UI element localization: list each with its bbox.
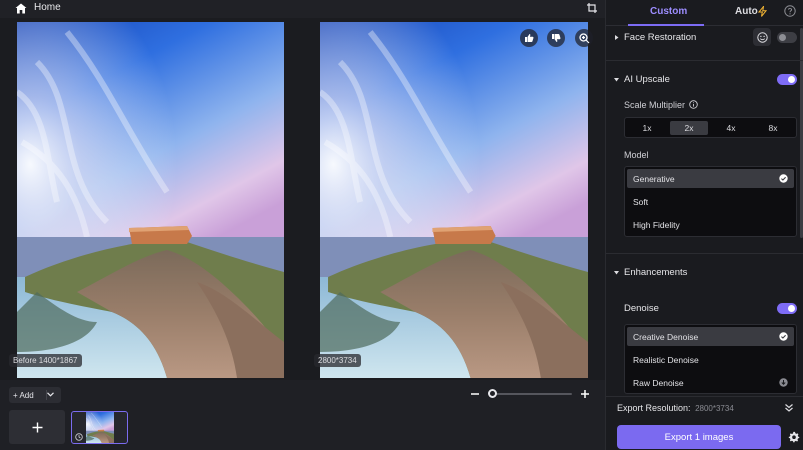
zoom-slider-track[interactable] xyxy=(496,393,572,395)
export-resolution: Export Resolution: 2800*3734 xyxy=(617,403,734,413)
crop-icon[interactable] xyxy=(587,3,597,13)
bottom-toolbar: + Add xyxy=(0,380,605,450)
model-option-label: High Fidelity xyxy=(633,219,680,230)
image-thumbnail[interactable] xyxy=(71,411,128,444)
denoise-list: Creative Denoise Realistic Denoise Raw D… xyxy=(624,324,797,394)
zoom-in-button[interactable] xyxy=(575,29,593,47)
caret-down-icon xyxy=(614,78,619,82)
thumbs-down-button[interactable] xyxy=(547,29,565,47)
thumbs-up-button[interactable] xyxy=(520,29,538,47)
model-option-generative[interactable]: Generative xyxy=(627,169,794,188)
scale-option-4x[interactable]: 4x xyxy=(712,121,750,135)
ai-upscale-toggle[interactable] xyxy=(777,74,797,85)
enhancements-label: Enhancements xyxy=(624,267,688,278)
face-restoration-section[interactable]: Face Restoration xyxy=(606,32,803,46)
divider xyxy=(606,253,803,254)
lightning-icon xyxy=(758,6,767,17)
before-image xyxy=(17,22,284,378)
denoise-option-raw[interactable]: Raw Denoise xyxy=(627,373,794,392)
scale-option-2x[interactable]: 2x xyxy=(670,121,708,135)
add-button-label: + Add xyxy=(13,390,34,400)
compare-canvas: Before 1400*1867 2800*3734 xyxy=(0,18,605,380)
denoise-option-creative[interactable]: Creative Denoise xyxy=(627,327,794,346)
settings-panel: Custom Auto Face Restoration AI Upscale … xyxy=(605,0,803,450)
model-option-label: Generative xyxy=(633,173,675,184)
mode-tabs: Custom Auto xyxy=(606,0,803,26)
scale-option-1x[interactable]: 1x xyxy=(628,121,666,135)
download-icon[interactable] xyxy=(779,378,788,387)
divider xyxy=(606,60,803,61)
info-icon[interactable] xyxy=(689,100,698,109)
app-window: Home Before 1400*1867 2800*3734 + Add Cu… xyxy=(0,0,803,450)
top-bar: Home xyxy=(0,0,605,18)
denoise-option-label: Realistic Denoise xyxy=(633,354,699,365)
plus-icon xyxy=(32,422,42,432)
zoom-out-icon[interactable] xyxy=(470,389,480,399)
denoise-option-label: Raw Denoise xyxy=(633,377,684,388)
check-circle-icon xyxy=(779,174,788,183)
enhancements-section[interactable]: Enhancements xyxy=(606,267,803,281)
zoom-in-icon[interactable] xyxy=(580,389,590,399)
after-resolution-label: 2800*3734 xyxy=(314,354,361,367)
after-image xyxy=(320,22,588,378)
denoise-option-realistic[interactable]: Realistic Denoise xyxy=(627,350,794,369)
tab-custom[interactable]: Custom xyxy=(650,6,687,17)
face-settings-button[interactable] xyxy=(753,28,771,46)
scale-multiplier-label: Scale Multiplier xyxy=(624,100,686,110)
check-circle-icon xyxy=(779,332,788,341)
face-restoration-label: Face Restoration xyxy=(624,32,697,43)
thumbnail-image xyxy=(86,412,114,443)
scale-option-8x[interactable]: 8x xyxy=(754,121,792,135)
model-option-label: Soft xyxy=(633,196,649,207)
clock-icon xyxy=(75,433,83,441)
export-button[interactable]: Export 1 images xyxy=(617,425,781,449)
face-restoration-toggle[interactable] xyxy=(777,32,797,43)
ai-upscale-section[interactable]: AI Upscale xyxy=(606,74,803,88)
before-resolution-label: Before 1400*1867 xyxy=(9,354,82,367)
zoom-slider-handle[interactable] xyxy=(488,389,497,398)
export-resolution-value: 2800*3734 xyxy=(695,404,734,413)
active-tab-indicator xyxy=(628,24,704,26)
divider xyxy=(606,396,803,397)
chevron-down-icon[interactable] xyxy=(47,392,54,397)
denoise-toggle[interactable] xyxy=(777,303,797,314)
smiley-icon xyxy=(756,31,768,43)
model-option-high-fidelity[interactable]: High Fidelity xyxy=(627,215,794,234)
denoise-option-label: Creative Denoise xyxy=(633,331,699,342)
magnify-plus-icon xyxy=(578,32,589,43)
add-button[interactable]: + Add xyxy=(9,387,61,403)
home-icon[interactable] xyxy=(15,3,27,14)
add-image-tile[interactable] xyxy=(9,410,65,444)
export-resolution-label: Export Resolution: xyxy=(617,403,691,413)
thumbs-down-icon xyxy=(552,34,561,42)
tab-auto[interactable]: Auto xyxy=(735,6,758,17)
double-chevron-down-icon[interactable] xyxy=(784,403,794,413)
ai-upscale-label: AI Upscale xyxy=(624,74,670,85)
caret-down-icon xyxy=(614,271,619,275)
gear-icon[interactable] xyxy=(788,431,800,443)
denoise-label: Denoise xyxy=(624,303,659,314)
caret-right-icon xyxy=(615,35,619,40)
model-label: Model xyxy=(624,150,649,160)
model-list: Generative Soft High Fidelity xyxy=(624,166,797,237)
home-link[interactable]: Home xyxy=(34,2,61,13)
thumbs-up-icon xyxy=(525,34,534,42)
model-option-soft[interactable]: Soft xyxy=(627,192,794,211)
scale-multiplier-selector: 1x 2x 4x 8x xyxy=(624,117,797,138)
help-icon[interactable] xyxy=(784,5,796,17)
